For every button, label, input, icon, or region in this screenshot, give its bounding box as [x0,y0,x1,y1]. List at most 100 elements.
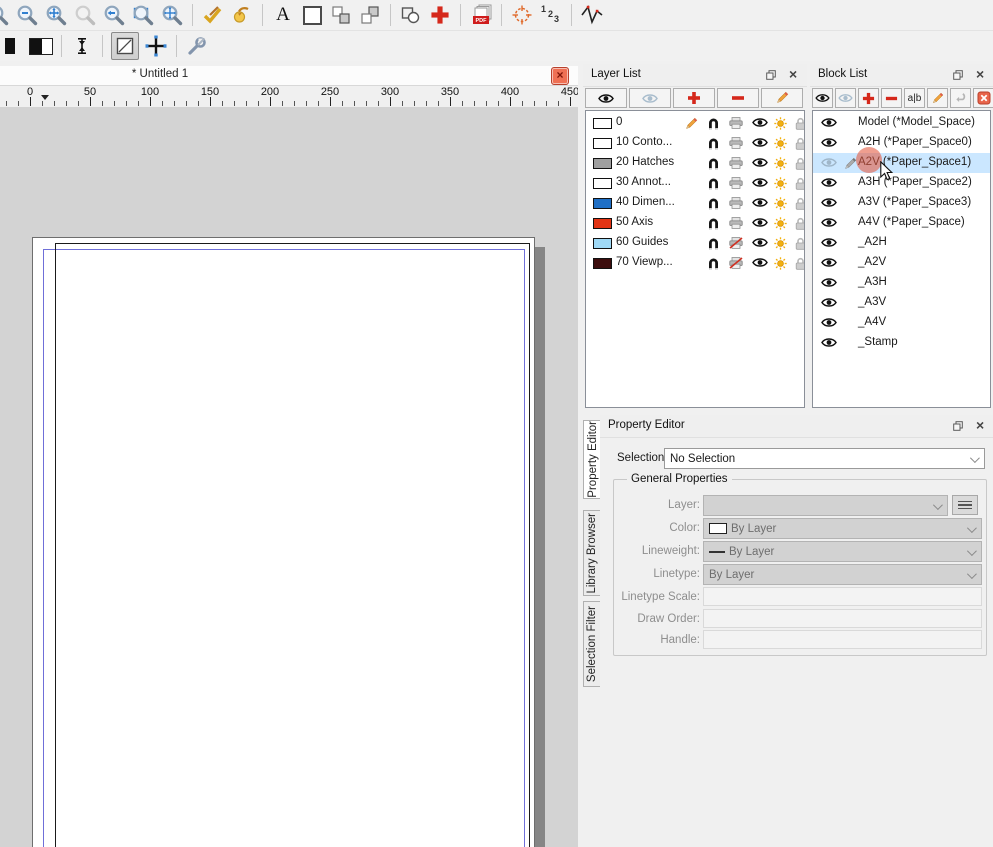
eye-icon[interactable] [821,217,837,228]
eye-icon[interactable] [752,197,768,208]
block-row[interactable]: A2H (*Paper_Space0) [813,133,990,153]
remove-layer-button[interactable] [717,88,759,108]
document-tab-title[interactable]: * Untitled 1 [100,68,220,80]
lock-icon[interactable] [795,197,805,210]
layer-row[interactable]: 40 Dimen... [586,193,804,213]
magnet-icon[interactable] [707,177,720,190]
rectangle-tool-icon[interactable] [300,3,324,27]
block-row[interactable]: _A2V [813,253,990,273]
zoom-previous-icon[interactable] [102,3,126,27]
sun-icon[interactable] [774,177,787,190]
magnet-icon[interactable] [707,197,720,210]
eye-icon[interactable] [821,277,837,288]
order-to-front-icon[interactable] [329,3,353,27]
spline-tool-icon[interactable] [580,3,604,27]
lock-icon[interactable] [795,117,805,130]
layer-row[interactable]: 20 Hatches [586,153,804,173]
block-row[interactable]: A3V (*Paper_Space3) [813,193,990,213]
lock-icon[interactable] [795,177,805,190]
zoom-window-icon[interactable] [131,3,155,27]
remove-block-button[interactable] [881,88,902,108]
zoom-redo-icon[interactable] [73,3,97,27]
float-panel-icon[interactable] [766,70,776,80]
magnet-icon[interactable] [707,157,720,170]
numbered-points-icon[interactable]: 123 [539,3,563,27]
crosshair-snap-icon[interactable] [144,34,168,58]
eye-icon[interactable] [752,137,768,148]
zoom-pan-icon[interactable] [160,3,184,27]
add-entity-icon[interactable] [428,3,452,27]
eye-icon[interactable] [821,197,837,208]
magnet-icon[interactable] [707,237,720,250]
draft-mode-toggle[interactable] [111,32,139,60]
action-undo-icon[interactable] [230,3,254,27]
close-panel-icon[interactable]: × [976,417,984,433]
selection-combobox[interactable]: No Selection [664,448,985,469]
printer-icon[interactable] [729,157,743,169]
explode-icon[interactable] [399,3,423,27]
eye-icon[interactable] [821,337,837,348]
sun-icon[interactable] [774,217,787,230]
drawing-canvas[interactable]: Изм Кол.уч Лист № док Подпись Дата г. Ом… [0,107,578,847]
magnet-icon[interactable] [707,137,720,150]
rename-block-button[interactable]: a|b [904,88,925,108]
printer-icon[interactable] [729,197,743,209]
magnet-icon[interactable] [707,117,720,130]
zoom-auto-icon[interactable] [44,3,68,27]
block-row[interactable]: A3H (*Paper_Space2) [813,173,990,193]
zoom-out-icon[interactable] [15,3,39,27]
hide-all-layers-button[interactable] [629,88,671,108]
eye-icon[interactable] [752,177,768,188]
tab-close-button[interactable]: × [551,67,569,85]
eye-icon[interactable] [752,117,768,128]
printer-icon[interactable] [729,137,743,149]
printer-off-icon[interactable] [729,237,743,249]
block-row[interactable]: _A3H [813,273,990,293]
float-panel-icon[interactable] [953,421,963,431]
block-row[interactable]: _Stamp [813,333,990,353]
close-panel-icon[interactable]: × [789,66,797,82]
lock-icon[interactable] [795,137,805,150]
eye-icon[interactable] [752,237,768,248]
lock-icon[interactable] [795,237,805,250]
tab-selection-filter[interactable]: Selection Filter [583,601,601,687]
printer-icon[interactable] [729,117,743,129]
pdf-export-icon[interactable]: PDF [469,3,493,27]
magnet-icon[interactable] [707,257,720,270]
edit-block-button[interactable] [927,88,948,108]
insert-block-button[interactable] [950,88,971,108]
eye-icon[interactable] [821,257,837,268]
lineweight-swatch-icon[interactable] [29,34,53,58]
eye-icon[interactable] [821,137,837,148]
add-layer-button[interactable] [673,88,715,108]
lock-icon[interactable] [795,157,805,170]
layer-row[interactable]: 0 [586,113,804,133]
eye-icon[interactable] [752,257,768,268]
printer-off-icon[interactable] [729,257,743,269]
text-tool-icon[interactable]: A [271,3,295,27]
block-row-selected[interactable]: A2V (*Paper_Space1) [813,153,990,173]
hide-all-blocks-button[interactable] [835,88,856,108]
zoom-in-icon[interactable] [0,3,10,27]
layer-row[interactable]: 60 Guides [586,233,804,253]
remove-all-blocks-button[interactable] [973,88,993,108]
eye-off-icon[interactable] [821,157,837,168]
magnet-icon[interactable] [707,217,720,230]
eye-icon[interactable] [821,177,837,188]
layer-row[interactable]: 70 Viewp... [586,253,804,273]
layer-row[interactable]: 50 Axis [586,213,804,233]
lock-icon[interactable] [795,217,805,230]
block-row[interactable]: _A2H [813,233,990,253]
order-to-back-icon[interactable] [358,3,382,27]
eye-icon[interactable] [821,117,837,128]
eye-icon[interactable] [821,237,837,248]
sun-icon[interactable] [774,257,787,270]
sun-icon[interactable] [774,157,787,170]
color-swatch-icon[interactable] [0,34,24,58]
block-row[interactable]: _A3V [813,293,990,313]
block-row[interactable]: A4V (*Paper_Space) [813,213,990,233]
center-point-icon[interactable] [510,3,534,27]
action-commit-icon[interactable] [201,3,225,27]
printer-icon[interactable] [729,217,743,229]
eye-icon[interactable] [821,317,837,328]
